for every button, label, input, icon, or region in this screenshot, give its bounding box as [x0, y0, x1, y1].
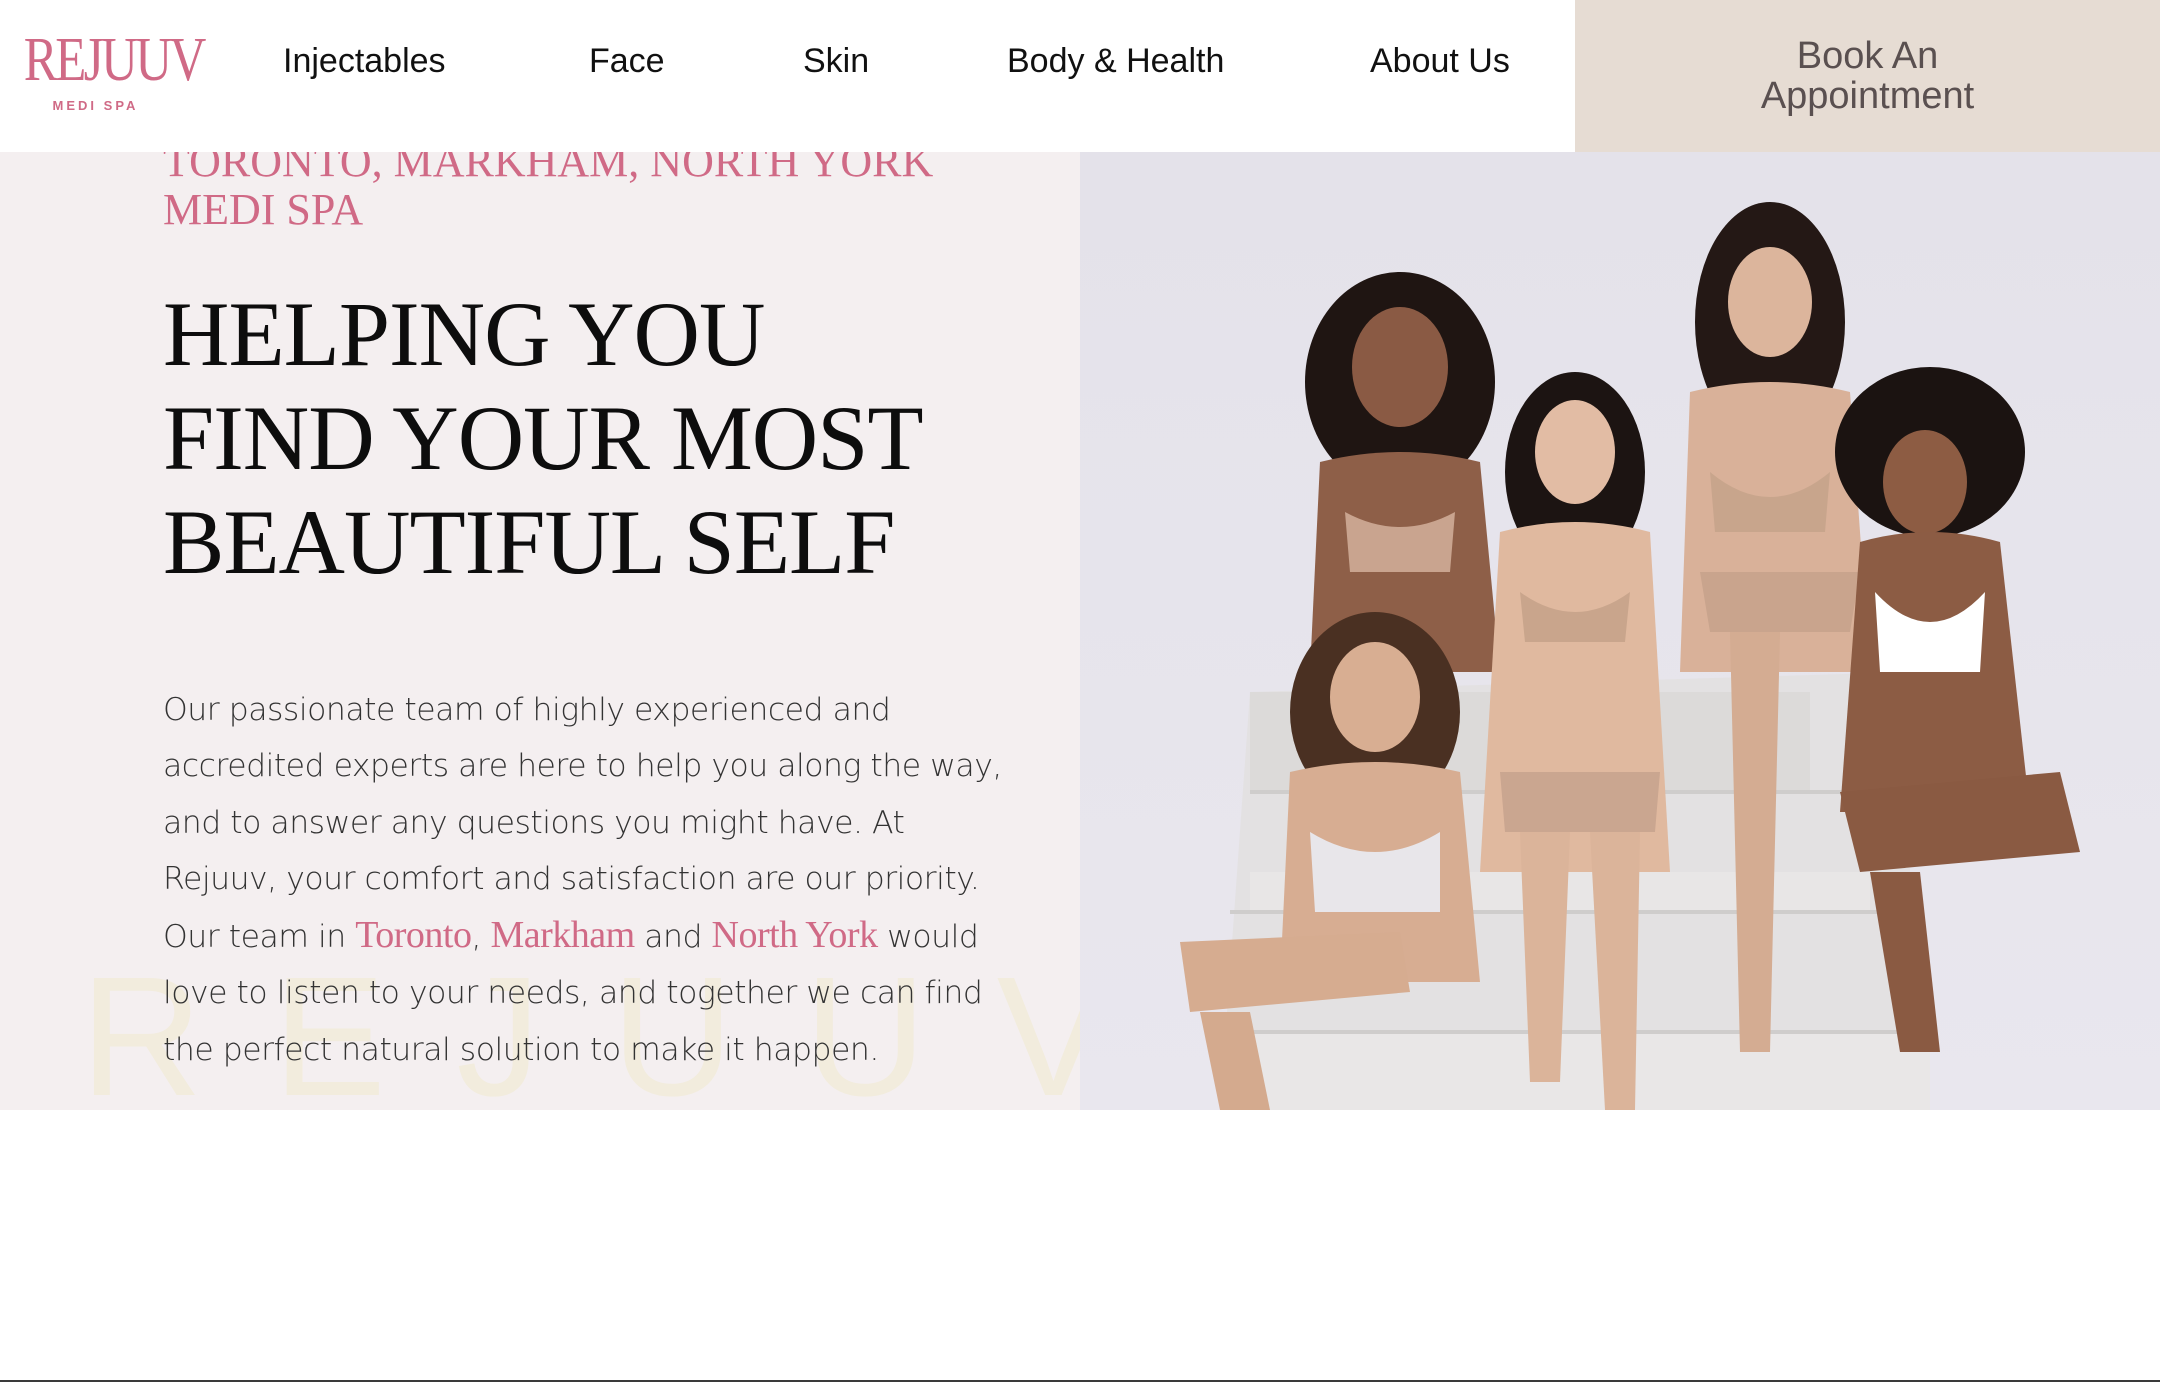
hero-headline: HELPING YOU FIND YOUR MOST BEAUTIFUL SEL… — [163, 282, 1043, 594]
rejuuv-logo[interactable]: REJUUV MEDI SPA — [8, 26, 207, 118]
hero-eyebrow: TORONTO, MARKHAM, NORTH YORK MEDI SPA — [163, 152, 934, 234]
headline-line-3: BEAUTIFUL SELF — [163, 491, 895, 593]
book-button-line1: Book An — [1796, 35, 1939, 77]
site-header: REJUUV MEDI SPA Injectables Face Skin Bo… — [0, 0, 2160, 152]
separator-and: and — [634, 919, 712, 956]
hero-body-text: Our passionate team of highly experience… — [163, 682, 1003, 1078]
nav-about-us[interactable]: About Us — [1370, 36, 1510, 86]
nav-face[interactable]: Face — [589, 36, 665, 86]
hero-photo — [1080, 152, 2160, 1110]
hero-text-panel: REJUUV TORONTO, MARKHAM, NORTH YORK MEDI… — [0, 152, 1080, 1110]
nav-body-health[interactable]: Body & Health — [1007, 36, 1224, 86]
book-appointment-button[interactable]: Book An Appointment — [1575, 0, 2160, 152]
logo-wordmark: REJUUV — [23, 26, 207, 94]
headline-line-2: FIND YOUR MOST — [163, 387, 924, 489]
markham-link[interactable]: Markham — [491, 914, 636, 956]
nav-skin[interactable]: Skin — [803, 36, 869, 86]
book-button-line2: Appointment — [1760, 75, 1975, 117]
logo-subtitle: MEDI SPA — [52, 98, 139, 113]
north-york-link[interactable]: North York — [712, 914, 879, 956]
headline-line-1: HELPING YOU — [163, 283, 765, 385]
hero-photo-illustration — [1080, 152, 2160, 1110]
separator-comma: , — [471, 919, 491, 956]
nav-injectables[interactable]: Injectables — [283, 36, 446, 86]
toronto-link[interactable]: Toronto — [355, 914, 472, 956]
